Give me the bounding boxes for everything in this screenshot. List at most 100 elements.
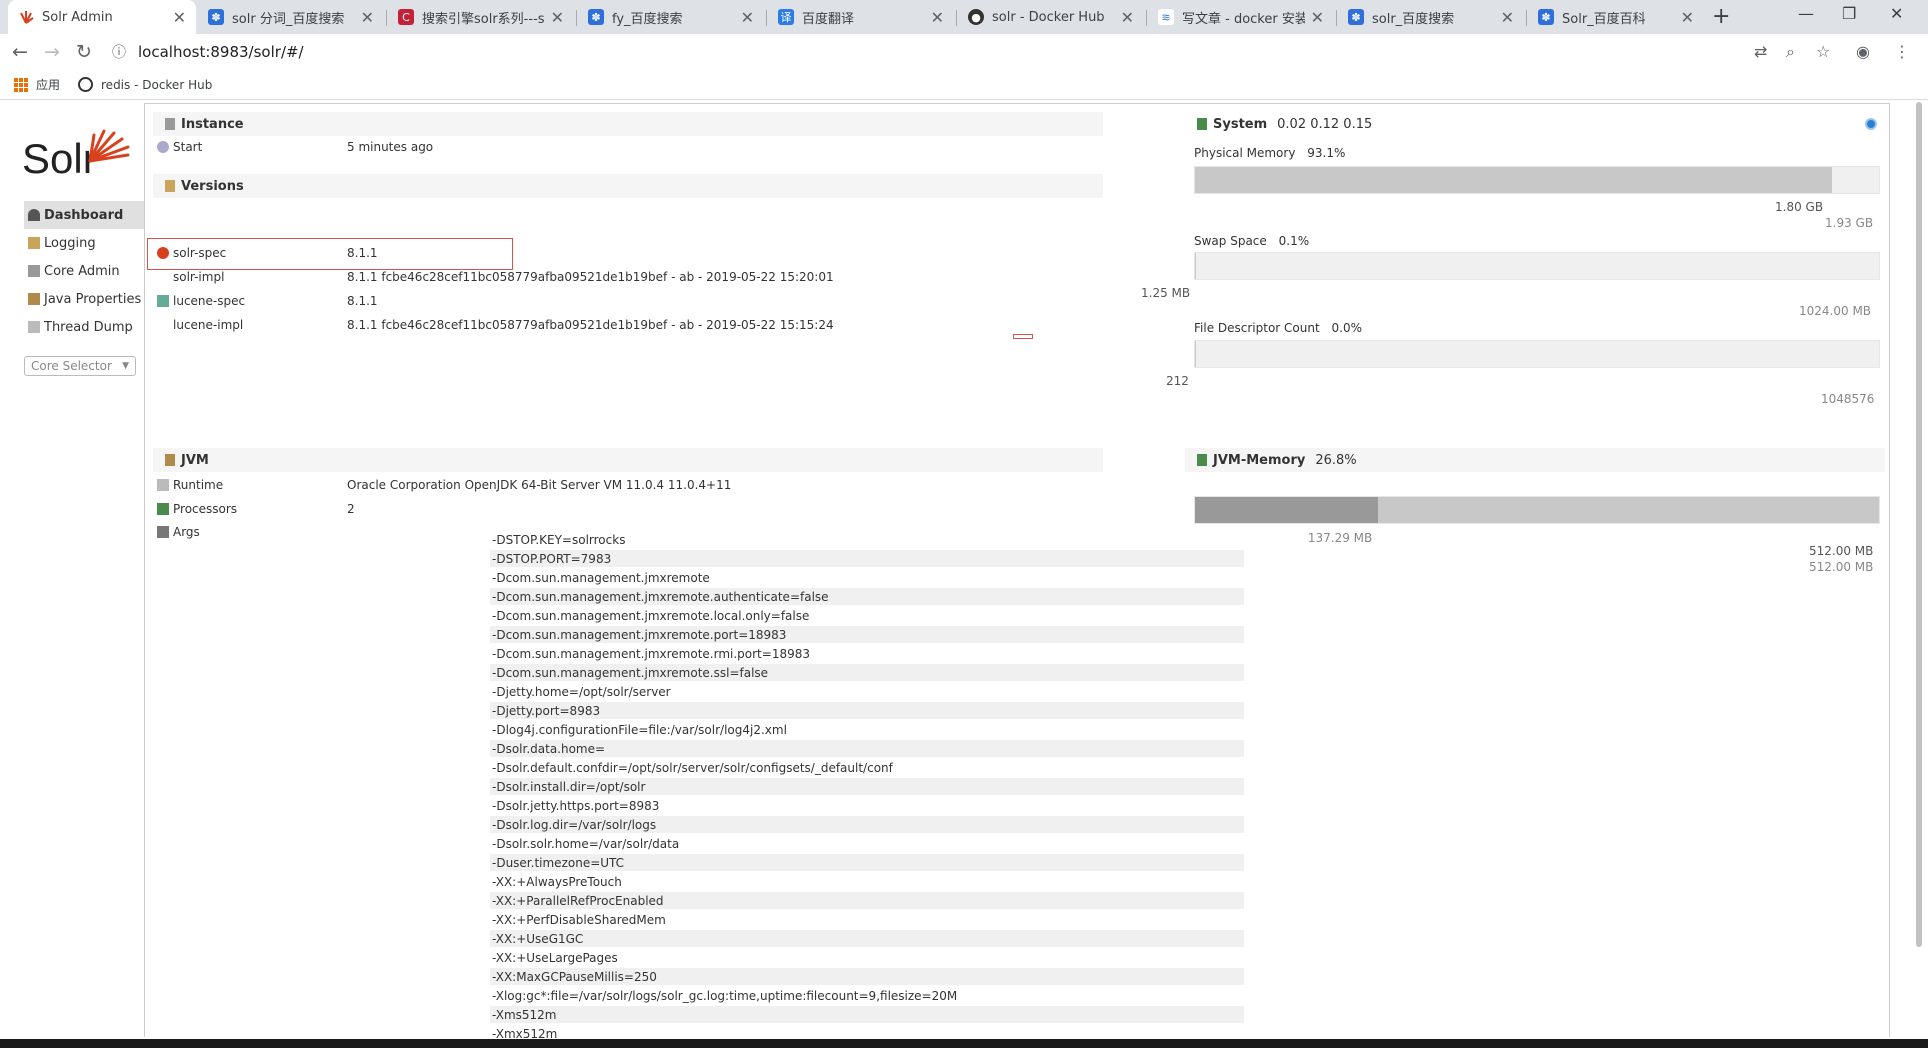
jvm-arg-row: -Dsolr.jetty.https.port=8983	[492, 798, 660, 813]
forward-icon[interactable]: →	[44, 41, 60, 63]
jvm-arg-row: -Djetty.port=8983	[490, 702, 1244, 719]
refresh-icon[interactable]	[1865, 118, 1877, 130]
physical-memory-total: 1.93 GB	[1825, 216, 1874, 230]
sidebar-item-dashboard[interactable]: Dashboard	[24, 201, 144, 229]
close-tab-icon[interactable]: ✕	[741, 8, 754, 27]
metric-percent: 93.1%	[1307, 146, 1346, 160]
translate-icon[interactable]: ⇄	[1754, 42, 1767, 61]
new-tab-button[interactable]: +	[1712, 4, 1730, 29]
bookmark-label: redis - Docker Hub	[101, 77, 213, 92]
close-tab-icon[interactable]: ✕	[551, 8, 564, 27]
github-icon: ●	[968, 9, 984, 25]
tab-write-article[interactable]: ≋ 写文章 - docker 安装 ✕	[1148, 0, 1334, 34]
sidebar-item-core-admin[interactable]: Core Admin	[24, 257, 144, 285]
section-title: System	[1213, 116, 1268, 132]
os-taskbar	[0, 1039, 1928, 1048]
instance-start-row: Start 5 minutes ago	[157, 140, 433, 154]
close-tab-icon[interactable]: ✕	[173, 8, 186, 27]
tab-solr-segment-search[interactable]: ✽ solr 分词_百度搜索 ✕	[198, 0, 384, 34]
apps-grid-icon	[14, 77, 28, 92]
physical-memory-bar	[1194, 166, 1880, 194]
tab-fy-search[interactable]: ✽ fy_百度搜索 ✕	[578, 0, 764, 34]
tab-solr-baike[interactable]: ✽ Solr_百度百科 ✕	[1528, 0, 1704, 34]
browser-toolbar: ← → ↻ ⓘ localhost:8983/solr/#/ ⇄ ⌕ ☆ ◉ ⋮	[0, 34, 1928, 70]
metric-label: File Descriptor Count	[1194, 321, 1320, 335]
bookmark-star-icon[interactable]: ☆	[1816, 42, 1830, 61]
profile-avatar-icon[interactable]: ◉	[1856, 42, 1870, 61]
address-url[interactable]: localhost:8983/solr/#/	[138, 43, 304, 61]
jvm-args-row: Args	[157, 525, 347, 539]
row-value: Oracle Corporation OpenJDK 64-Bit Server…	[347, 478, 732, 492]
instance-icon	[165, 118, 175, 130]
solr-logo[interactable]: Solr	[22, 127, 132, 187]
tab-solr-admin[interactable]: Solr Admin ✕	[8, 0, 196, 34]
close-tab-icon[interactable]: ✕	[1501, 8, 1514, 27]
metric-label: Physical Memory	[1194, 146, 1296, 160]
bookmark-apps[interactable]: 应用	[14, 76, 60, 93]
csdn-write-icon: ≋	[1158, 9, 1174, 25]
swap-space-bar	[1194, 252, 1880, 280]
file-descriptor-bar	[1194, 340, 1880, 368]
row-key: lucene-impl	[173, 318, 244, 332]
jvm-arg-row: -Dcom.sun.management.jmxremote.rmi.port=…	[492, 646, 810, 661]
tab-label: Solr_百度百科	[1562, 11, 1646, 27]
version-row: solr-spec 8.1.1	[157, 246, 378, 260]
baidu-paw-icon: ✽	[208, 9, 224, 25]
menu-kebab-icon[interactable]: ⋮	[1894, 42, 1910, 61]
close-tab-icon[interactable]: ✕	[1121, 8, 1134, 27]
close-tab-icon[interactable]: ✕	[931, 8, 944, 27]
runtime-icon	[157, 479, 169, 491]
tab-separator	[1146, 10, 1147, 26]
system-header: System 0.02 0.12 0.15	[1185, 112, 1885, 136]
jvm-arg-row: -Dcom.sun.management.jmxremote	[492, 570, 710, 585]
file-descriptor-used: 212	[1166, 374, 1189, 388]
highlight-marker	[1013, 334, 1033, 339]
bookmark-label: 应用	[36, 78, 61, 92]
java-properties-icon	[28, 293, 40, 305]
row-value: 5 minutes ago	[347, 140, 434, 154]
tab-solr-docker-hub[interactable]: ● solr - Docker Hub ✕	[958, 0, 1144, 34]
address-bar[interactable]: ⓘ localhost:8983/solr/#/	[112, 38, 1762, 66]
jvm-memory-used: 137.29 MB	[1307, 531, 1373, 545]
close-tab-icon[interactable]: ✕	[1681, 8, 1694, 27]
row-key: Runtime	[173, 478, 224, 492]
dashboard-icon	[28, 209, 40, 221]
row-key: Processors	[173, 502, 238, 516]
sidebar-item-label: Dashboard	[44, 207, 124, 223]
jvm-arg-row: -Dlog4j.configurationFile=file:/var/solr…	[492, 722, 787, 737]
bookmark-redis-docker-hub[interactable]: redis - Docker Hub	[78, 77, 212, 92]
tab-label: 写文章 - docker 安装	[1182, 11, 1305, 27]
info-icon[interactable]: ⓘ	[112, 42, 126, 62]
tab-solr-search[interactable]: ✽ solr_百度搜索 ✕	[1338, 0, 1524, 34]
tab-separator	[1526, 10, 1527, 26]
sidebar-item-java-properties[interactable]: Java Properties	[24, 285, 144, 313]
close-tab-icon[interactable]: ✕	[1311, 8, 1324, 27]
restore-icon[interactable]: ❐	[1842, 4, 1856, 23]
baidu-paw-icon: ✽	[1538, 9, 1554, 25]
tab-csdn-solr-series[interactable]: C 搜索引擎solr系列---so ✕	[388, 0, 574, 34]
row-value: 2	[347, 502, 355, 516]
section-title: JVM-Memory	[1213, 452, 1306, 468]
sidebar-item-logging[interactable]: Logging	[24, 229, 144, 257]
zoom-icon[interactable]: ⌕	[1786, 42, 1795, 62]
chevron-down-icon: ▼	[122, 361, 129, 371]
tab-baidu-translate[interactable]: 译 百度翻译 ✕	[768, 0, 954, 34]
core-selector-dropdown[interactable]: Core Selector ▼	[24, 356, 136, 376]
page-scrollbar[interactable]	[1916, 102, 1922, 947]
jvm-arg-row: -XX:+UseLargePages	[492, 950, 618, 965]
metric-percent: 0.1%	[1278, 234, 1310, 248]
reload-icon[interactable]: ↻	[76, 41, 92, 63]
close-window-icon[interactable]: ✕	[1890, 4, 1903, 23]
core-admin-icon	[28, 265, 40, 277]
tab-label: 搜索引擎solr系列---so	[422, 11, 545, 27]
solr-icon	[18, 9, 34, 25]
sidebar-item-thread-dump[interactable]: Thread Dump	[24, 313, 144, 341]
section-title: Versions	[181, 178, 244, 194]
minimize-icon[interactable]: —	[1798, 4, 1814, 23]
close-tab-icon[interactable]: ✕	[361, 8, 374, 27]
physical-memory-used: 1.80 GB	[1775, 200, 1824, 214]
tab-label: Solr Admin	[42, 9, 113, 25]
system-icon	[1197, 118, 1207, 130]
baidu-paw-icon: ✽	[1348, 9, 1364, 25]
back-icon[interactable]: ←	[12, 41, 28, 63]
